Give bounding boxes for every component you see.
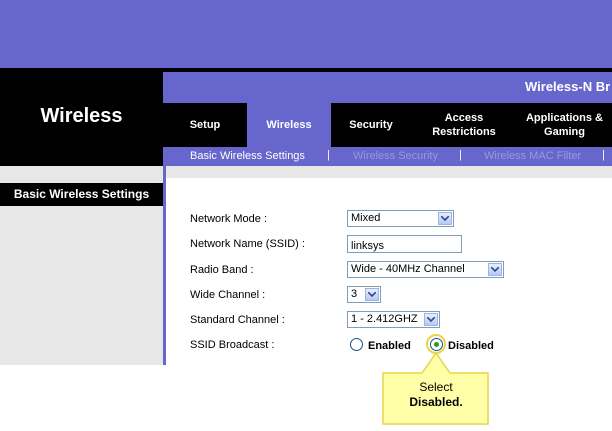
- ssid-broadcast-label: SSID Broadcast :: [190, 339, 275, 351]
- ssid-label: Network Name (SSID) :: [190, 238, 305, 250]
- subtab-wireless-mac-filter[interactable]: Wireless MAC Filter: [484, 150, 581, 162]
- wide-channel-label: Wide Channel :: [190, 289, 266, 301]
- chevron-down-icon: [488, 263, 502, 276]
- tab-wireless[interactable]: Wireless: [247, 103, 331, 147]
- radio-band-label: Radio Band :: [190, 264, 254, 276]
- ssid-input[interactable]: [348, 238, 461, 254]
- content-separator: [163, 166, 612, 178]
- ssid-input-box: [347, 235, 462, 254]
- network-mode-value: Mixed: [351, 212, 381, 224]
- top-banner: [0, 0, 612, 68]
- subtab-separator: |: [602, 149, 605, 161]
- section-title: Basic Wireless Settings: [13, 187, 150, 201]
- product-name: Wireless-N Br: [525, 79, 611, 94]
- radio-band-select[interactable]: Wide - 40MHz Channel: [347, 261, 504, 278]
- subtab-basic-wireless-settings[interactable]: Basic Wireless Settings: [190, 150, 305, 162]
- standard-channel-value: 1 - 2.412GHZ: [351, 313, 418, 325]
- radio-selected-dot: [434, 342, 439, 347]
- standard-channel-select[interactable]: 1 - 2.412GHZ: [347, 311, 440, 328]
- subtab-separator: |: [459, 149, 462, 161]
- wide-channel-value: 3: [351, 288, 358, 300]
- page-title: Wireless: [40, 105, 123, 127]
- standard-channel-label: Standard Channel :: [190, 314, 285, 326]
- tab-access-restrictions[interactable]: Access Restrictions: [420, 103, 508, 147]
- callout-line2: Disabled.: [409, 395, 463, 409]
- wide-channel-select[interactable]: 3: [347, 286, 381, 303]
- network-mode-label: Network Mode :: [190, 213, 268, 225]
- tab-security[interactable]: Security: [331, 103, 411, 147]
- chevron-down-icon: [424, 313, 438, 326]
- subtab-separator: |: [327, 149, 330, 161]
- tab-setup[interactable]: Setup: [163, 103, 247, 147]
- radio-band-value: Wide - 40MHz Channel: [351, 263, 465, 275]
- ssid-broadcast-enabled-radio[interactable]: [350, 338, 363, 351]
- network-mode-select[interactable]: Mixed: [347, 210, 454, 227]
- callout-line1: Select: [419, 380, 453, 394]
- tab-applications-gaming[interactable]: Applications & Gaming: [517, 103, 612, 147]
- content-border: [163, 166, 166, 365]
- chevron-down-icon: [365, 288, 379, 301]
- subtab-wireless-security[interactable]: Wireless Security: [353, 150, 438, 162]
- chevron-down-icon: [438, 212, 452, 225]
